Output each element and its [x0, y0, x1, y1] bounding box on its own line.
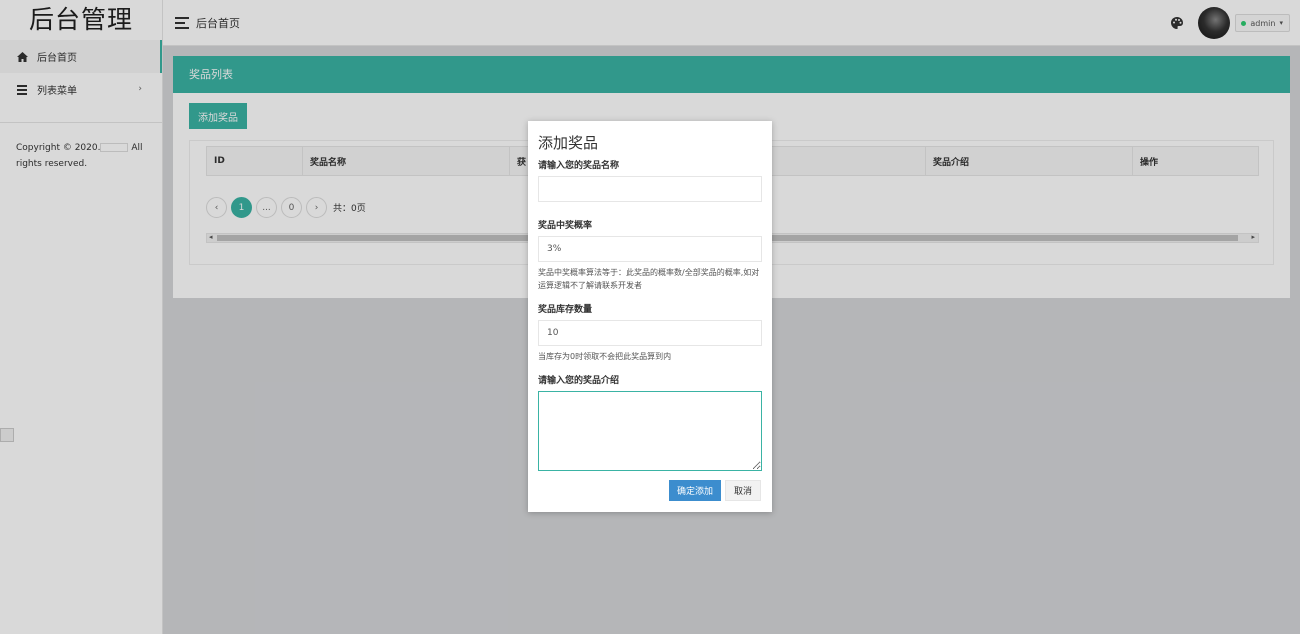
prize-rate-input[interactable] [538, 236, 762, 262]
add-prize-dialog: 添加奖品 请输入您的奖品名称 奖品中奖概率 奖品中奖概率算法等于：此奖品的概率数… [528, 121, 772, 512]
prize-intro-label: 请输入您的奖品介绍 [538, 376, 620, 386]
dialog-title: 添加奖品 [538, 134, 599, 152]
cancel-button[interactable]: 取消 [724, 480, 761, 501]
prize-intro-textarea[interactable] [538, 391, 762, 471]
prize-name-input[interactable] [538, 176, 762, 202]
dialog-footer: 确定添加 取消 [668, 480, 761, 501]
prize-rate-help: 奖品中奖概率算法等于：此奖品的概率数/全部奖品的概率,如对运算逻辑不了解请联系开… [538, 268, 760, 290]
prize-stock-help: 当库存为0时领取不会把此奖品算到内 [538, 352, 672, 361]
confirm-add-button[interactable]: 确定添加 [668, 480, 721, 501]
prize-rate-label: 奖品中奖概率 [538, 221, 593, 231]
prize-name-label: 请输入您的奖品名称 [538, 161, 620, 171]
prize-stock-label: 奖品库存数量 [538, 305, 593, 315]
prize-stock-input[interactable] [538, 320, 762, 346]
